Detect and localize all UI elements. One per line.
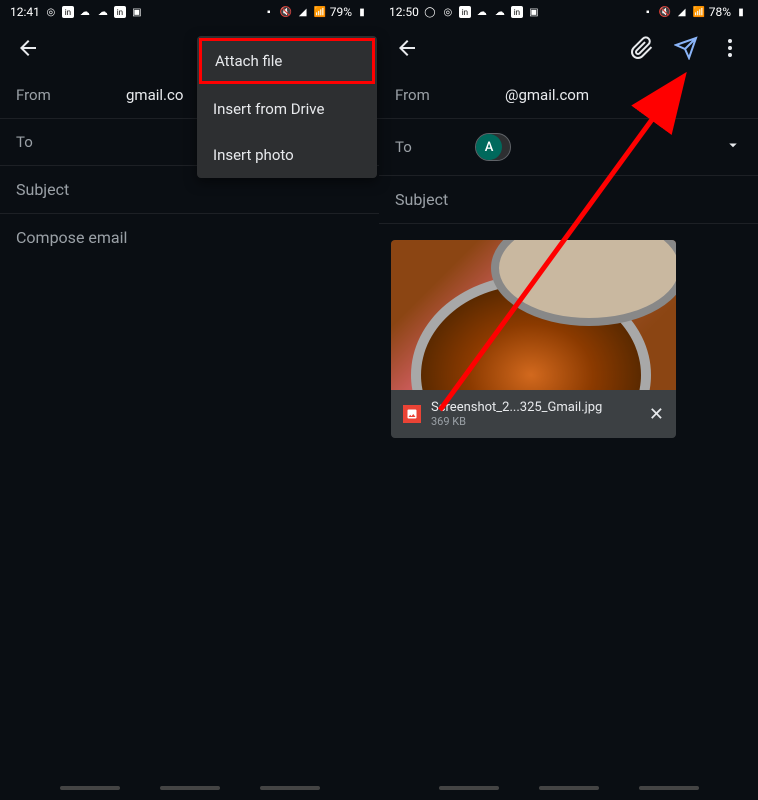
from-field[interactable]: From @gmail.com: [379, 72, 758, 119]
battery-saver-icon: ▪: [262, 5, 276, 19]
menu-attach-file[interactable]: Attach file: [199, 38, 375, 84]
mute-icon: 🔇: [279, 5, 293, 19]
send-icon[interactable]: [674, 36, 698, 60]
nav-bar: [0, 786, 379, 798]
more-icon[interactable]: [718, 36, 742, 60]
attachment-card: Screenshot_2...325_Gmail.jpg 369 KB ✕: [391, 240, 676, 438]
nav-pill[interactable]: [60, 786, 120, 790]
toolbar: [379, 24, 758, 72]
from-label: From: [395, 86, 475, 104]
back-arrow-icon[interactable]: [16, 36, 40, 60]
nav-bar: [379, 786, 758, 798]
linkedin-icon: in: [114, 6, 126, 18]
subject-field[interactable]: Subject: [379, 176, 758, 224]
status-time: 12:50: [389, 5, 419, 19]
compose-placeholder: Compose email: [16, 228, 127, 247]
attach-icon[interactable]: [630, 36, 654, 60]
avatar: A: [476, 134, 502, 160]
recipient-chip[interactable]: A: [475, 133, 511, 161]
linkedin-icon: in: [511, 6, 523, 18]
compose-field[interactable]: Compose email: [0, 214, 379, 261]
to-label: To: [395, 138, 475, 156]
battery-icon: ▮: [734, 5, 748, 19]
signal-icon: 📶: [692, 5, 706, 19]
close-icon[interactable]: ✕: [649, 404, 664, 425]
instagram-icon: ◎: [44, 5, 58, 19]
from-value: @gmail.com: [475, 86, 742, 104]
to-label: To: [16, 133, 96, 151]
cloud-icon: ☁: [475, 5, 489, 19]
subject-placeholder: Subject: [16, 180, 69, 199]
attachment-preview[interactable]: [391, 240, 676, 390]
chevron-down-icon[interactable]: [724, 136, 742, 158]
image-icon: ▣: [527, 5, 541, 19]
status-time: 12:41: [10, 5, 40, 19]
attachment-footer: Screenshot_2...325_Gmail.jpg 369 KB ✕: [391, 390, 676, 438]
battery-saver-icon: ▪: [641, 5, 655, 19]
cloud-icon: ☁: [96, 5, 110, 19]
image-icon: ▣: [130, 5, 144, 19]
left-screen: 12:41 ◎ in ☁ ☁ in ▣ ▪ 🔇 ◢ 📶 79% ▮ From g…: [0, 0, 379, 800]
battery-percent: 79%: [330, 5, 352, 19]
battery-percent: 78%: [709, 5, 731, 19]
attach-dropdown-menu: Attach file Insert from Drive Insert pho…: [197, 36, 377, 178]
whatsapp-icon: ◯: [423, 5, 437, 19]
instagram-icon: ◎: [441, 5, 455, 19]
mute-icon: 🔇: [658, 5, 672, 19]
back-arrow-icon[interactable]: [395, 36, 419, 60]
linkedin-icon: in: [459, 6, 471, 18]
battery-icon: ▮: [355, 5, 369, 19]
status-bar: 12:50 ◯ ◎ in ☁ ☁ in ▣ ▪ 🔇 ◢ 📶 78% ▮: [379, 0, 758, 24]
wifi-icon: ◢: [675, 5, 689, 19]
nav-pill[interactable]: [160, 786, 220, 790]
linkedin-icon: in: [62, 6, 74, 18]
status-bar: 12:41 ◎ in ☁ ☁ in ▣ ▪ 🔇 ◢ 📶 79% ▮: [0, 0, 379, 24]
nav-pill[interactable]: [639, 786, 699, 790]
signal-icon: 📶: [313, 5, 327, 19]
attachment-size: 369 KB: [431, 415, 639, 428]
right-screen: 12:50 ◯ ◎ in ☁ ☁ in ▣ ▪ 🔇 ◢ 📶 78% ▮: [379, 0, 758, 800]
wifi-icon: ◢: [296, 5, 310, 19]
to-field[interactable]: To A: [379, 119, 758, 176]
cloud-icon: ☁: [78, 5, 92, 19]
menu-insert-photo[interactable]: Insert photo: [197, 132, 377, 178]
nav-pill[interactable]: [260, 786, 320, 790]
from-label: From: [16, 86, 96, 104]
nav-pill[interactable]: [439, 786, 499, 790]
attachment-filename: Screenshot_2...325_Gmail.jpg: [431, 400, 639, 415]
nav-pill[interactable]: [539, 786, 599, 790]
image-file-icon: [403, 405, 421, 423]
subject-placeholder: Subject: [395, 190, 448, 209]
menu-insert-drive[interactable]: Insert from Drive: [197, 86, 377, 132]
cloud-icon: ☁: [493, 5, 507, 19]
